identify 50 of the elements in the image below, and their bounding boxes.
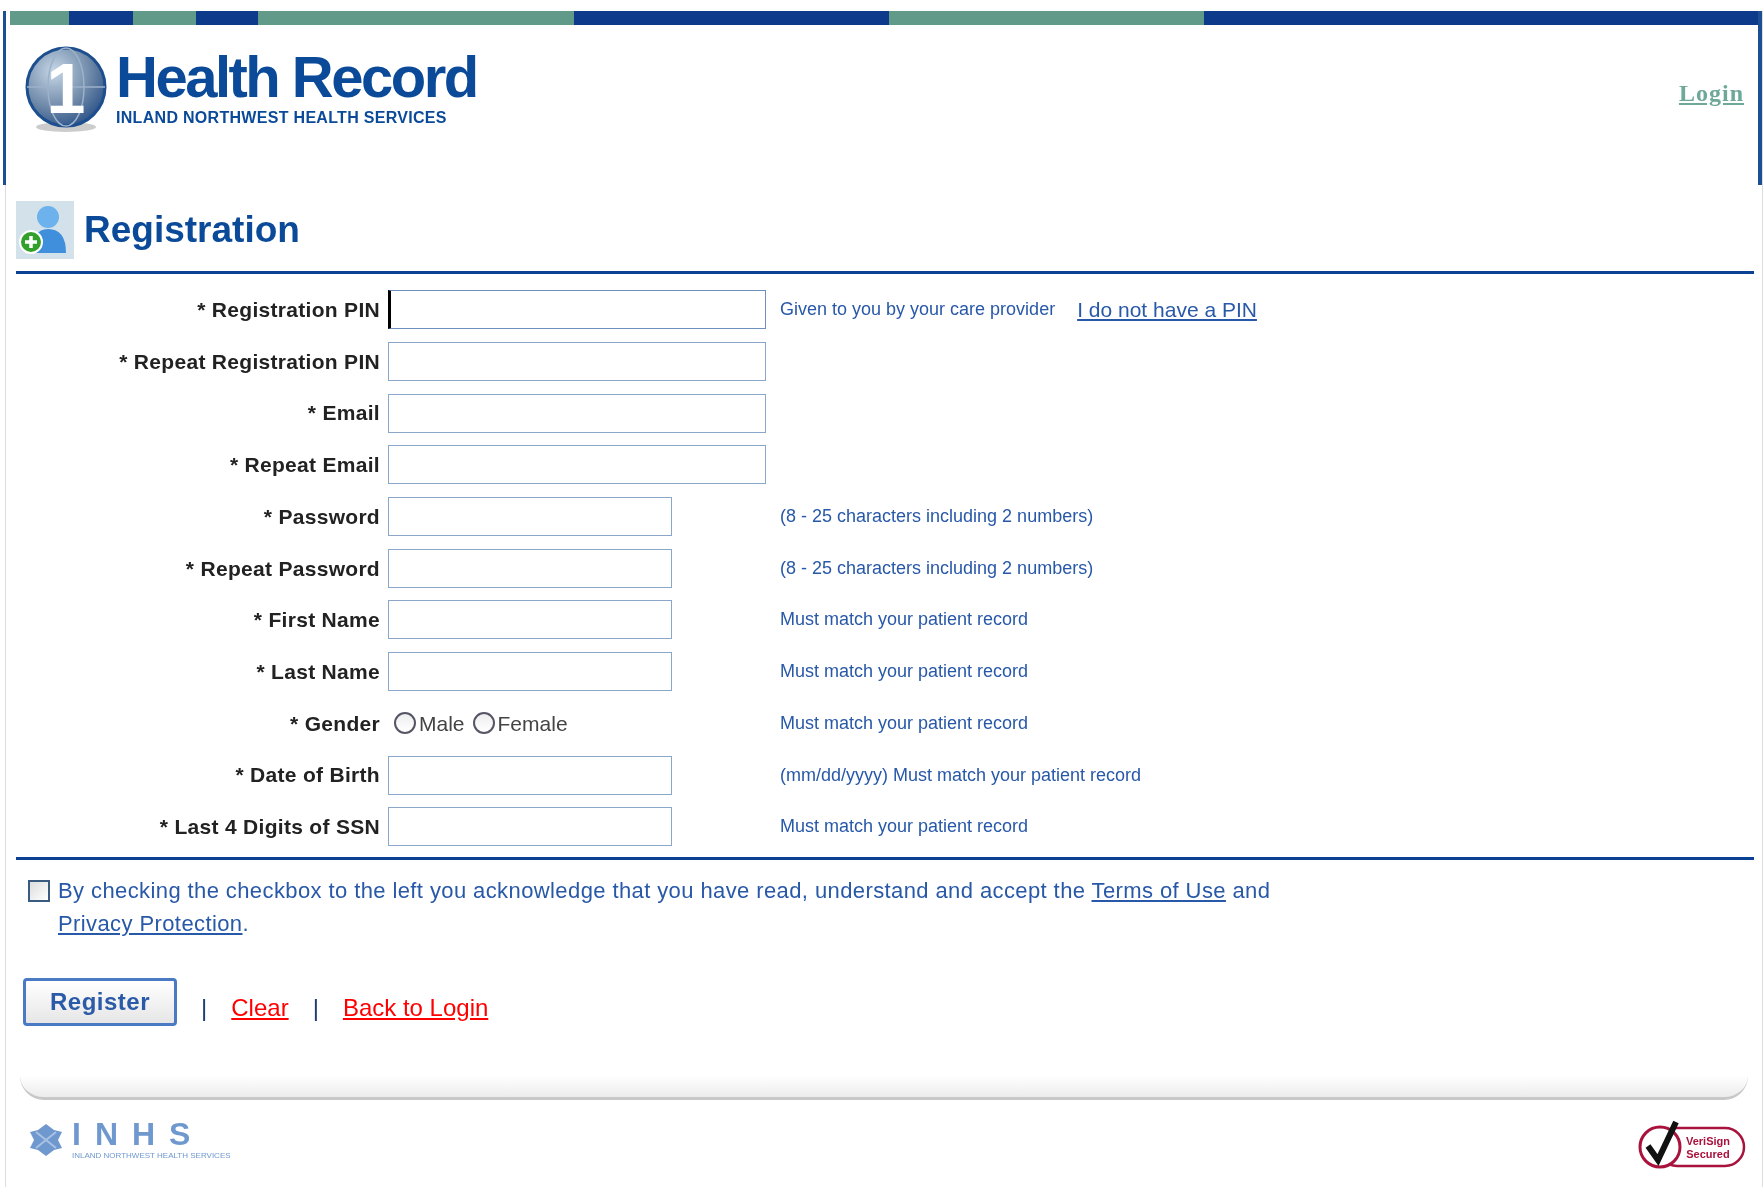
register-button[interactable]: Register: [23, 977, 178, 1026]
input-field[interactable]: [388, 755, 672, 795]
field-label: * Date of Birth: [234, 762, 381, 789]
input-field[interactable]: [388, 600, 672, 640]
logo-subtitle: INLAND NORTHWEST HEALTH SERVICES: [116, 108, 448, 128]
input-field[interactable]: [388, 445, 766, 485]
input-field[interactable]: [388, 497, 672, 537]
input-field[interactable]: [388, 652, 672, 692]
hint-text: (8 - 25 characters including 2 numbers): [780, 556, 1094, 580]
page-title: Registration: [84, 208, 300, 253]
input-field[interactable]: [388, 290, 766, 330]
field-label: * Repeat Password: [184, 555, 381, 582]
action-link[interactable]: Clear: [231, 989, 289, 1026]
radio-button[interactable]: [394, 712, 416, 735]
org-logo-subtitle: INLAND NORTHWEST HEALTH SERVICES: [72, 1149, 231, 1162]
radio-label: Male: [419, 710, 465, 737]
no-pin-link[interactable]: I do not have a PIN: [1077, 294, 1257, 326]
agreement-text: By checking the checkbox to the left you acknowledge that you have read, understand and accept the Terms of Use and Privacy Protection.: [58, 876, 1272, 938]
knot-logo-icon: [28, 1121, 64, 1158]
hint-text: Must match your patient record: [780, 660, 1029, 684]
logo-title: Health Record: [116, 48, 477, 106]
hint-text: (mm/dd/yyyy) Must match your patient record: [780, 763, 1142, 787]
hint-text: Must match your patient record: [780, 608, 1029, 632]
hint-text: Must match your patient record: [780, 711, 1029, 735]
hint-text: (8 - 25 characters including 2 numbers): [780, 505, 1094, 529]
separator-text: |: [201, 992, 208, 1023]
hint-text: Given to you by your care provider: [780, 298, 1056, 322]
terms-link[interactable]: Privacy Protection: [58, 910, 243, 936]
radio-button[interactable]: [472, 712, 495, 735]
field-label: * Email: [306, 400, 381, 427]
radio-label: Female: [497, 710, 568, 737]
agreement-checkbox[interactable]: [28, 879, 50, 902]
add-user-icon: [16, 201, 74, 259]
input-field[interactable]: [388, 393, 766, 433]
field-label: * Last Name: [255, 658, 381, 685]
field-label: * Password: [262, 503, 381, 530]
field-label: * Registration PIN: [196, 297, 381, 324]
org-logo-text: INHS: [72, 1117, 206, 1150]
hint-text: Must match your patient record: [780, 815, 1029, 839]
field-label: * Last 4 Digits of SSN: [158, 813, 381, 840]
field-label: * First Name: [252, 607, 381, 634]
field-label: * Repeat Registration PIN: [118, 348, 381, 375]
terms-link[interactable]: Terms of Use: [1091, 877, 1226, 903]
field-label: * Gender: [289, 710, 381, 737]
input-field[interactable]: [388, 807, 672, 847]
field-label: * Repeat Email: [228, 452, 381, 479]
input-field[interactable]: [388, 342, 766, 382]
input-field[interactable]: [388, 548, 672, 588]
action-link[interactable]: Back to Login: [342, 989, 489, 1026]
separator-text: |: [312, 992, 319, 1023]
